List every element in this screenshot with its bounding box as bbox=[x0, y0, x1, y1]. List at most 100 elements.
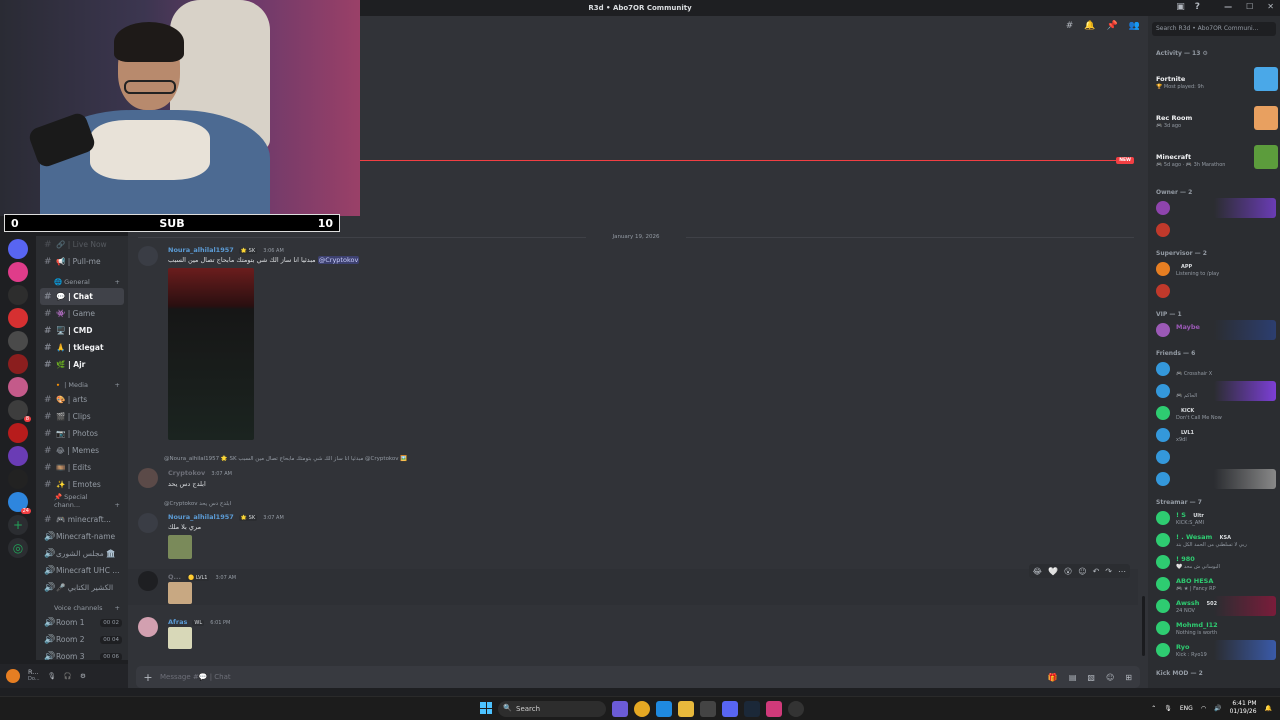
server-icon[interactable] bbox=[8, 469, 28, 489]
emoji-icon[interactable]: ☺ bbox=[1106, 673, 1114, 682]
text-channel[interactable]: # 🎬 | Clips bbox=[36, 408, 128, 425]
activity-card[interactable]: Minecraft 🎮 5d ago · 🎮 3h Marathon bbox=[1152, 142, 1278, 178]
gift-icon[interactable]: 🎁 bbox=[1048, 673, 1058, 682]
reply-preview[interactable]: @Cryptokov ابلدج دس يحد bbox=[164, 501, 231, 507]
add-reaction-icon[interactable]: ☺ bbox=[1078, 567, 1086, 576]
member-item[interactable]: ! 980 🤍 البوساني ش محد bbox=[1152, 552, 1276, 572]
member-item[interactable]: LVL1 x9dl bbox=[1152, 425, 1276, 445]
text-channel[interactable]: # 😂 | Memes bbox=[36, 442, 128, 459]
activity-card[interactable]: Fortnite 🏆 Most played: 9h bbox=[1152, 64, 1278, 100]
message-author[interactable]: Afras bbox=[168, 618, 187, 626]
text-channel[interactable]: # 🎞️ | Edits bbox=[36, 459, 128, 476]
close-button[interactable]: ✕ bbox=[1267, 2, 1274, 11]
steam-icon[interactable] bbox=[744, 701, 760, 717]
chrome-icon[interactable] bbox=[634, 701, 650, 717]
attach-plus-icon[interactable]: + bbox=[136, 671, 160, 684]
message-composer[interactable]: + Message #💬 | Chat 🎁 ▤ ▧ ☺ ⊞ bbox=[136, 666, 1140, 688]
channel-category[interactable]: Voice channels + bbox=[36, 596, 128, 614]
voice-channel[interactable]: 🔊 Minecraft UHC ... bbox=[36, 562, 128, 579]
text-channel[interactable]: # 📢 | Pull-me bbox=[36, 253, 128, 270]
channel-category[interactable]: 🔸 | Media + bbox=[36, 373, 128, 391]
copilot-icon[interactable] bbox=[612, 701, 628, 717]
server-icon[interactable]: 24 bbox=[8, 492, 31, 514]
member-item[interactable] bbox=[1152, 447, 1276, 467]
member-item[interactable]: 🎮 الحاكم bbox=[1152, 381, 1276, 401]
text-channel[interactable]: # 🔗 | Live Now bbox=[36, 236, 128, 253]
server-icon[interactable] bbox=[8, 239, 28, 259]
avatar[interactable] bbox=[138, 571, 158, 591]
voice-channel[interactable]: 🔊 Room 2 00 04 bbox=[36, 631, 128, 648]
text-channel[interactable]: # 💬 | Chat bbox=[40, 288, 124, 305]
server-icon[interactable] bbox=[8, 446, 28, 466]
channel-category[interactable]: 📌 Special chann... + bbox=[36, 493, 128, 511]
discord-icon[interactable] bbox=[722, 701, 738, 717]
edge-icon[interactable] bbox=[656, 701, 672, 717]
minimize-button[interactable]: — bbox=[1224, 2, 1232, 11]
text-channel[interactable]: # 👾 | Game bbox=[36, 305, 128, 322]
mic-icon[interactable]: 🎙 bbox=[48, 672, 56, 680]
avatar[interactable] bbox=[138, 617, 158, 637]
voice-channel[interactable]: 🔊 مجلس الشورى 🏛️ bbox=[36, 545, 128, 562]
voice-channel[interactable]: 🔊 Room 1 00 02 bbox=[36, 614, 128, 631]
server-icon[interactable] bbox=[8, 423, 28, 443]
forward-icon[interactable]: ↷ bbox=[1105, 567, 1112, 576]
server-icon[interactable]: 8 bbox=[8, 400, 31, 422]
search-input[interactable]: Search R3d • Abo7OR Communi... bbox=[1152, 22, 1276, 36]
server-icon[interactable] bbox=[8, 285, 28, 305]
member-item[interactable]: Maybe bbox=[1152, 320, 1276, 340]
clock[interactable]: 6:41 PM 01/19/26 bbox=[1230, 700, 1257, 716]
sticker-attachment[interactable] bbox=[168, 582, 192, 604]
voice-channel[interactable]: 🔊 Minecraft-name bbox=[36, 528, 128, 545]
app-icon[interactable] bbox=[766, 701, 782, 717]
voice-channel[interactable]: 🔊 Room 3 00 06 bbox=[36, 648, 128, 660]
member-item[interactable]: Ryo Kick : Ryo19 bbox=[1152, 640, 1276, 660]
help-icon[interactable]: ? bbox=[1195, 2, 1200, 12]
start-icon[interactable] bbox=[480, 702, 492, 714]
member-item[interactable]: Awssh 502 24 NOV bbox=[1152, 596, 1276, 616]
avatar[interactable] bbox=[6, 669, 20, 683]
avatar[interactable] bbox=[138, 468, 158, 488]
maximize-button[interactable]: ☐ bbox=[1246, 2, 1253, 11]
message-input[interactable]: Message #💬 | Chat bbox=[160, 673, 231, 681]
discover-icon[interactable]: ◎ bbox=[8, 538, 28, 558]
server-icon[interactable] bbox=[8, 308, 28, 328]
inbox-icon[interactable]: ▣ bbox=[1176, 2, 1185, 12]
text-channel[interactable]: # ✨ | Emotes bbox=[36, 476, 128, 493]
notification-icon[interactable]: 🔔 bbox=[1265, 705, 1272, 712]
activity-card[interactable]: Rec Room 🎮 3d ago bbox=[1152, 103, 1278, 139]
add-channel-icon[interactable]: + bbox=[115, 501, 120, 509]
member-item[interactable]: KICK Don't Call Me Now bbox=[1152, 403, 1276, 423]
message-author[interactable]: Noura_alhilal1957 bbox=[168, 513, 234, 521]
add-channel-icon[interactable]: + bbox=[115, 278, 120, 286]
store-icon[interactable] bbox=[700, 701, 716, 717]
message-author[interactable]: Q... bbox=[168, 573, 181, 581]
reply-preview[interactable]: @Noura_alhilal1957 🌟 SK مبدئيا انا ساز ا… bbox=[164, 456, 407, 462]
text-channel[interactable]: # 🖥️ | CMD bbox=[36, 322, 128, 339]
reaction-icon[interactable]: 😮 bbox=[1064, 567, 1072, 576]
member-item[interactable]: ABO HESA 🎮 ★ | Fancy RP bbox=[1152, 574, 1276, 594]
member-item[interactable]: Mohmd_I12 Nothing is worth bbox=[1152, 618, 1276, 638]
voice-channel[interactable]: 🔊 🎤 الكشير الكتابي bbox=[36, 579, 128, 596]
text-channel[interactable]: # 🌿 | Ajr bbox=[36, 356, 128, 373]
mention[interactable]: @Cryptokov bbox=[317, 256, 360, 264]
avatar[interactable] bbox=[138, 246, 158, 266]
message-author[interactable]: Noura_alhilal1957 bbox=[168, 246, 234, 254]
apps-icon[interactable]: ⊞ bbox=[1125, 673, 1132, 682]
text-channel[interactable]: # 🙏 | tklegat bbox=[36, 339, 128, 356]
text-channel[interactable]: # 📷 | Photos bbox=[36, 425, 128, 442]
server-icon[interactable] bbox=[8, 331, 28, 351]
gear-icon[interactable]: ⚙ bbox=[80, 672, 86, 680]
member-item[interactable] bbox=[1152, 281, 1276, 301]
member-item[interactable] bbox=[1152, 220, 1276, 240]
member-item[interactable]: APP Listening to /play bbox=[1152, 259, 1276, 279]
volume-icon[interactable]: 🔊 bbox=[1214, 705, 1221, 712]
member-item[interactable] bbox=[1152, 198, 1276, 218]
sticker-attachment[interactable] bbox=[168, 535, 192, 559]
threads-icon[interactable]: # bbox=[1066, 21, 1074, 31]
reply-icon[interactable]: ↶ bbox=[1093, 567, 1100, 576]
chat-scrollbar[interactable] bbox=[1142, 596, 1145, 656]
emoji-reaction-icon[interactable]: 😂 bbox=[1033, 567, 1042, 576]
add-channel-icon[interactable]: + bbox=[115, 604, 120, 612]
member-item[interactable]: ! . Wesam KSA ربي لا تسلطني من الحمد الكل… bbox=[1152, 530, 1276, 550]
wifi-icon[interactable]: ◠ bbox=[1201, 705, 1206, 712]
